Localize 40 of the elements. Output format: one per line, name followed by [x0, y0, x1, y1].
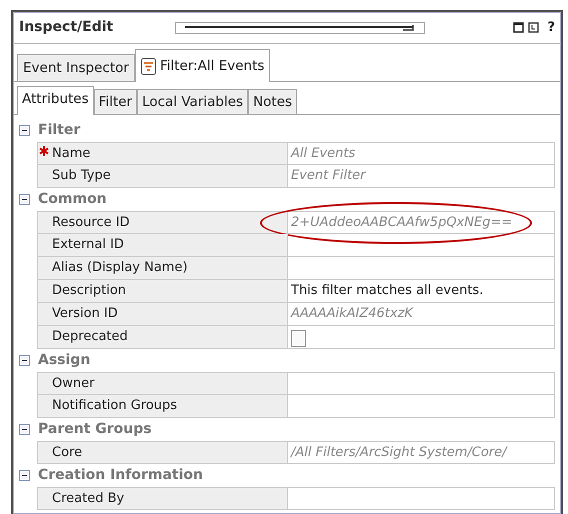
property-label: Name [52, 144, 90, 163]
property-value: Event Filter [291, 167, 366, 186]
tab[interactable]: Local Variables [137, 89, 248, 114]
property-label: Sub Type [52, 167, 111, 186]
checkbox[interactable] [291, 330, 306, 346]
property-label: Resource ID [52, 214, 130, 232]
splitter-handle-icon[interactable] [175, 22, 426, 34]
restore-icon[interactable] [528, 22, 540, 33]
tab[interactable]: Attributes [17, 86, 94, 115]
property-value: 2+UAddeoAABCAAfw5pQxNEg== [291, 214, 512, 232]
panel-title: Inspect/Edit [19, 18, 114, 37]
property-label: Owner [52, 374, 94, 393]
property-value: AAAAAikAIZ46txzK [291, 305, 413, 324]
group-header[interactable]: Common [38, 189, 107, 210]
collapse-icon[interactable] [19, 125, 30, 136]
collapse-icon[interactable] [19, 355, 30, 366]
collapse-icon[interactable] [19, 470, 30, 481]
property-value: All Events [291, 144, 356, 163]
property-label: Created By [52, 490, 124, 508]
collapse-icon[interactable] [19, 194, 30, 205]
property-value: /All Filters/ArcSight System/Core/ [291, 444, 507, 462]
property-label: Core [52, 444, 82, 462]
property-label: Deprecated [52, 328, 128, 346]
editor-tab[interactable]: Event Inspector [17, 54, 135, 81]
property-label: Description [52, 282, 126, 300]
property-label: Version ID [52, 305, 118, 324]
help-button[interactable]: ? [547, 18, 555, 38]
tab[interactable]: Notes [248, 89, 298, 114]
editor-tab[interactable]: Filter:All Events [134, 49, 270, 82]
property-label: Alias (Display Name) [52, 259, 188, 278]
group-header[interactable]: Filter [38, 120, 80, 141]
group-header[interactable]: Creation Information [38, 465, 203, 486]
maximize-icon[interactable] [513, 22, 524, 33]
tab[interactable]: Filter [94, 89, 138, 114]
property-label: External ID [52, 236, 124, 254]
collapse-icon[interactable] [19, 424, 30, 435]
property-value: This filter matches all events. [291, 282, 484, 300]
group-header[interactable]: Assign [38, 350, 90, 371]
group-header[interactable]: Parent Groups [38, 419, 152, 440]
property-label: Notification Groups [52, 397, 178, 416]
